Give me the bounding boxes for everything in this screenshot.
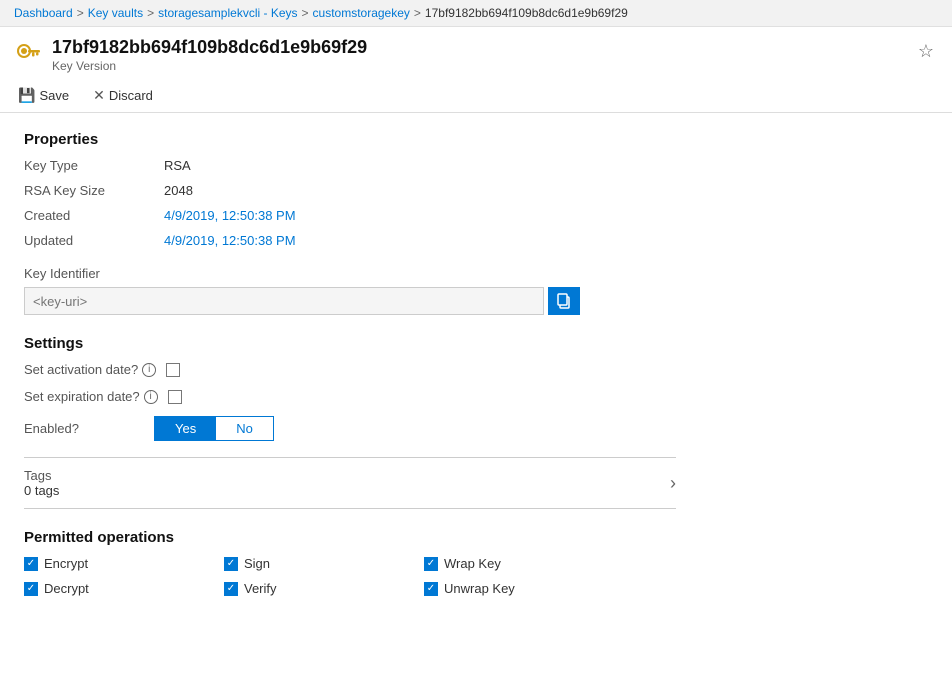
tags-count: 0 tags [24,483,59,498]
activation-checkbox[interactable] [166,363,180,377]
key-identifier-input[interactable] [24,287,544,315]
rsa-key-size-label: RSA Key Size [24,183,164,198]
verify-checkbox[interactable]: ✓ [224,582,238,596]
expiration-checkbox[interactable] [168,390,182,404]
key-type-label: Key Type [24,158,164,173]
unwrap-key-checkbox[interactable]: ✓ [424,582,438,596]
verify-label: Verify [244,581,277,596]
activation-label: Set activation date? i [24,362,156,377]
page-subtitle: Key Version [52,59,367,73]
wrap-key-label: Wrap Key [444,556,501,571]
copy-icon [556,293,572,309]
favorite-icon[interactable]: ☆ [914,37,938,66]
enabled-toggle-group: Yes No [154,416,274,441]
discard-icon: ✕ [93,87,105,104]
created-value: 4/9/2019, 12:50:38 PM [164,208,676,223]
op-sign: ✓ Sign [224,556,424,571]
expiration-row: Set expiration date? i [24,389,676,404]
tags-title: Tags [24,468,59,483]
activation-row: Set activation date? i [24,362,676,377]
updated-label: Updated [24,233,164,248]
page-header: 17bf9182bb694f109b8dc6d1e9b69f29 Key Ver… [0,27,952,73]
created-label: Created [24,208,164,223]
op-encrypt: ✓ Encrypt [24,556,224,571]
breadcrumb-sep1: > [77,6,84,20]
breadcrumb-dashboard[interactable]: Dashboard [14,6,73,20]
ops-grid: ✓ Encrypt ✓ Sign ✓ Wrap Key ✓ Decrypt ✓ … [24,556,676,596]
permitted-ops-title: Permitted operations [24,529,676,546]
properties-grid: Key Type RSA RSA Key Size 2048 Created 4… [24,158,676,248]
save-button[interactable]: 💾 Save [14,85,73,106]
tags-section[interactable]: Tags 0 tags › [24,457,676,509]
save-icon: 💾 [18,87,35,104]
wrap-key-checkbox[interactable]: ✓ [424,557,438,571]
breadcrumb-sep2: > [147,6,154,20]
breadcrumb-current: 17bf9182bb694f109b8dc6d1e9b69f29 [425,6,628,20]
breadcrumb-sep4: > [414,6,421,20]
copy-button[interactable] [548,287,580,315]
encrypt-label: Encrypt [44,556,88,571]
expiration-info-icon[interactable]: i [144,390,158,404]
key-identifier-label: Key Identifier [24,266,676,281]
op-decrypt: ✓ Decrypt [24,581,224,596]
enabled-row: Enabled? Yes No [24,416,676,441]
decrypt-checkbox[interactable]: ✓ [24,582,38,596]
op-unwrap-key: ✓ Unwrap Key [424,581,624,596]
properties-title: Properties [24,131,676,148]
activation-info-icon[interactable]: i [142,363,156,377]
key-icon [14,39,42,67]
op-verify: ✓ Verify [224,581,424,596]
op-wrap-key: ✓ Wrap Key [424,556,624,571]
breadcrumb-customstoragekey[interactable]: customstoragekey [313,6,410,20]
key-identifier-row [24,287,676,315]
discard-button[interactable]: ✕ Discard [89,85,157,106]
yes-toggle[interactable]: Yes [155,417,216,440]
sign-label: Sign [244,556,270,571]
encrypt-checkbox[interactable]: ✓ [24,557,38,571]
breadcrumb-storagesample[interactable]: storagesamplekvcli - Keys [158,6,297,20]
decrypt-label: Decrypt [44,581,89,596]
updated-value: 4/9/2019, 12:50:38 PM [164,233,676,248]
permitted-operations: Permitted operations ✓ Encrypt ✓ Sign ✓ … [24,529,676,596]
toolbar: 💾 Save ✕ Discard [0,79,952,113]
main-content: Properties Key Type RSA RSA Key Size 204… [0,113,700,614]
breadcrumb-keyvaults[interactable]: Key vaults [88,6,143,20]
page-title: 17bf9182bb694f109b8dc6d1e9b69f29 [52,37,367,58]
rsa-key-size-value: 2048 [164,183,676,198]
sign-checkbox[interactable]: ✓ [224,557,238,571]
key-type-value: RSA [164,158,676,173]
breadcrumb-sep3: > [302,6,309,20]
settings-title: Settings [24,335,676,352]
breadcrumb: Dashboard > Key vaults > storagesamplekv… [0,0,952,27]
expiration-label: Set expiration date? i [24,389,158,404]
enabled-label: Enabled? [24,421,144,436]
unwrap-key-label: Unwrap Key [444,581,515,596]
no-toggle[interactable]: No [216,417,273,440]
tags-chevron-icon: › [670,473,676,494]
